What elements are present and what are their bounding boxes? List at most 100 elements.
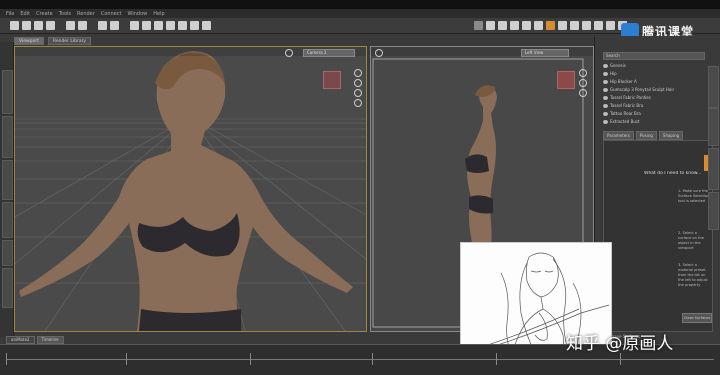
visibility-eye-icon[interactable] bbox=[603, 95, 608, 100]
side-viewport-options-icon[interactable] bbox=[375, 49, 383, 57]
surface-selection-icon[interactable] bbox=[202, 21, 211, 30]
save-as-icon[interactable] bbox=[46, 21, 55, 30]
visibility-eye-icon[interactable] bbox=[603, 119, 608, 124]
menu-edit[interactable]: Edit bbox=[20, 11, 30, 17]
camera-tool-icon[interactable] bbox=[522, 21, 531, 30]
left-tab-lights[interactable] bbox=[2, 240, 13, 266]
render-settings-icon[interactable] bbox=[98, 21, 107, 30]
grid-toggle-icon[interactable] bbox=[606, 21, 615, 30]
scene-item[interactable]: Tattoo Rear Bra bbox=[603, 110, 641, 117]
tab-viewport[interactable]: Viewport bbox=[14, 37, 44, 45]
undo-icon[interactable] bbox=[66, 21, 75, 30]
view-cube-icon[interactable] bbox=[323, 71, 341, 89]
scene-item[interactable]: Hip bbox=[603, 70, 617, 77]
scene-item-label: Tassel Fabric Bra bbox=[610, 103, 644, 108]
geometry-editor-icon[interactable] bbox=[498, 21, 507, 30]
joint-editor-icon[interactable] bbox=[190, 21, 199, 30]
spot-render-icon[interactable] bbox=[474, 21, 483, 30]
right-tab-scene[interactable] bbox=[708, 66, 719, 108]
timeline-track[interactable] bbox=[6, 359, 714, 360]
visibility-eye-icon[interactable] bbox=[603, 63, 608, 68]
scene-item[interactable]: Tassel Fabric Bra bbox=[603, 102, 643, 109]
visibility-eye-icon[interactable] bbox=[603, 87, 608, 92]
light-tool-icon[interactable] bbox=[534, 21, 543, 30]
tab-posing[interactable]: Posing bbox=[635, 131, 657, 140]
viewport-camera-dropdown[interactable]: Camera 2 bbox=[303, 49, 355, 57]
left-tab-smart-content[interactable] bbox=[2, 116, 13, 158]
visibility-eye-icon[interactable] bbox=[603, 103, 608, 108]
rotate-tool-icon[interactable] bbox=[142, 21, 151, 30]
menu-render[interactable]: Render bbox=[77, 11, 95, 17]
morph-tool-icon[interactable] bbox=[582, 21, 591, 30]
menu-tools[interactable]: Tools bbox=[59, 11, 71, 17]
layout-icon[interactable] bbox=[594, 21, 603, 30]
right-tab-parameters[interactable] bbox=[708, 108, 719, 146]
menu-create[interactable]: Create bbox=[36, 11, 53, 17]
scene-item[interactable]: Extracted Bust bbox=[603, 118, 640, 125]
scene-item-label: Tattoo Rear Bra bbox=[610, 111, 641, 116]
side-zoom-icon[interactable] bbox=[579, 89, 587, 97]
save-icon[interactable] bbox=[34, 21, 43, 30]
left-tab-puppeteer[interactable] bbox=[2, 268, 13, 308]
timeline-tick bbox=[250, 353, 251, 365]
scene-item[interactable]: Tassel Fabric Panties bbox=[603, 94, 651, 101]
hand-pose-icon[interactable] bbox=[546, 21, 555, 30]
main-viewport[interactable]: Camera 2 bbox=[14, 46, 367, 332]
side-viewport-camera-label: Left View bbox=[525, 50, 544, 55]
tab-render-library[interactable]: Render Library bbox=[47, 37, 92, 45]
timeline-tick bbox=[126, 353, 127, 365]
menu-help[interactable]: Help bbox=[153, 11, 164, 17]
side-orbit-icon[interactable] bbox=[579, 69, 587, 77]
scene-item-label: Hip Blocker A bbox=[610, 79, 637, 84]
right-tab-lesson[interactable] bbox=[708, 192, 719, 230]
frame-icon[interactable] bbox=[354, 99, 362, 107]
pan-icon[interactable] bbox=[354, 79, 362, 87]
scene-item-label: Tassel Fabric Panties bbox=[610, 95, 651, 100]
scale-tool-icon[interactable] bbox=[166, 21, 175, 30]
viewport-tabs: Viewport Render Library bbox=[14, 37, 370, 45]
render-icon[interactable] bbox=[110, 21, 119, 30]
side-viewport-camera-dropdown[interactable]: Left View bbox=[521, 49, 569, 57]
menu-window[interactable]: Window bbox=[128, 11, 148, 17]
open-icon[interactable] bbox=[22, 21, 31, 30]
scene-item[interactable]: Genesis bbox=[603, 62, 626, 69]
translate-tool-icon[interactable] bbox=[154, 21, 163, 30]
params-tabs: Parameters Posing Shaping bbox=[603, 131, 684, 140]
scene-item[interactable]: Gumscalp 3 Ponytail Sculpt Hair bbox=[603, 86, 674, 93]
menu-connect[interactable]: Connect bbox=[101, 11, 122, 17]
bottom-tabs: aniMate2 Timeline bbox=[6, 336, 64, 344]
pose-tool-icon[interactable] bbox=[570, 21, 579, 30]
scene-item-label: Hip bbox=[610, 71, 617, 76]
timeline-tick bbox=[496, 353, 497, 365]
scene-search-label: Search bbox=[606, 53, 620, 58]
transform-active-icon[interactable] bbox=[510, 21, 519, 30]
left-tab-render-settings[interactable] bbox=[2, 160, 13, 200]
tab-shaping[interactable]: Shaping bbox=[658, 131, 684, 140]
close-surfaces-button[interactable]: Close Surfaces bbox=[682, 313, 712, 323]
side-view-cube-icon[interactable] bbox=[557, 71, 575, 89]
tab-timeline[interactable]: Timeline bbox=[36, 336, 64, 344]
timeline-tick bbox=[372, 353, 373, 365]
scene-search-input[interactable]: Search bbox=[603, 52, 705, 60]
orbit-icon[interactable] bbox=[354, 69, 362, 77]
visibility-eye-icon[interactable] bbox=[603, 79, 608, 84]
left-tab-tool-settings[interactable] bbox=[2, 202, 13, 238]
tab-animate2[interactable]: aniMate2 bbox=[6, 336, 35, 344]
node-select-icon[interactable] bbox=[178, 21, 187, 30]
redo-icon[interactable] bbox=[78, 21, 87, 30]
right-tab-surfaces[interactable] bbox=[708, 148, 719, 190]
tab-parameters[interactable]: Parameters bbox=[603, 131, 634, 140]
side-pan-icon[interactable] bbox=[579, 79, 587, 87]
region-navigator-icon[interactable] bbox=[486, 21, 495, 30]
zoom-icon[interactable] bbox=[354, 89, 362, 97]
figure-tool-icon[interactable] bbox=[558, 21, 567, 30]
visibility-eye-icon[interactable] bbox=[603, 71, 608, 76]
universal-tool-icon[interactable] bbox=[130, 21, 139, 30]
left-tab-content-library[interactable] bbox=[2, 70, 13, 114]
new-scene-icon[interactable] bbox=[10, 21, 19, 30]
lesson-step-1: 1. Make sure the Surface Selection tool … bbox=[678, 189, 710, 203]
viewport-options-icon[interactable] bbox=[285, 49, 293, 57]
visibility-eye-icon[interactable] bbox=[603, 111, 608, 116]
scene-item[interactable]: Hip Blocker A bbox=[603, 78, 637, 85]
menu-file[interactable]: File bbox=[6, 11, 14, 17]
